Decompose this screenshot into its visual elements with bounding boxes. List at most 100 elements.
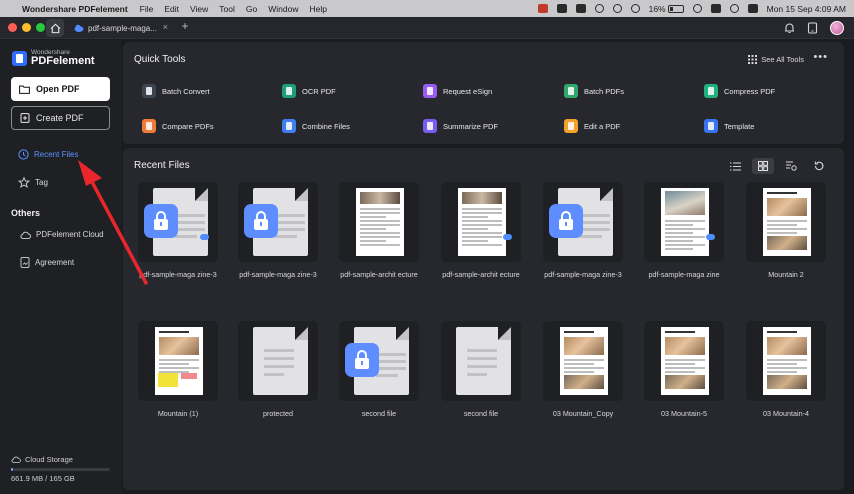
wifi-icon[interactable] bbox=[692, 4, 702, 13]
menu-go[interactable]: Go bbox=[246, 4, 257, 14]
recent-file-item[interactable]: protected bbox=[238, 321, 318, 419]
recent-file-item[interactable]: pdf-sample-maga zine-3 bbox=[138, 182, 218, 280]
file-thumbnail[interactable] bbox=[238, 182, 318, 262]
file-thumbnail[interactable] bbox=[644, 321, 724, 401]
menubar-clock[interactable]: Mon 15 Sep 4:09 AM bbox=[767, 4, 846, 14]
recent-file-item[interactable]: pdf-sample-maga zine bbox=[644, 182, 724, 280]
recent-file-item[interactable]: 03 Mountain-4 bbox=[746, 321, 826, 419]
tool-compress-pdf[interactable]: Compress PDF bbox=[704, 84, 775, 98]
file-thumbnail[interactable] bbox=[441, 182, 521, 262]
file-thumbnail[interactable] bbox=[746, 321, 826, 401]
text-icon[interactable] bbox=[575, 4, 586, 13]
grid-icon bbox=[748, 55, 758, 64]
recent-file-item[interactable]: pdf-sample-archit ecture bbox=[339, 182, 419, 280]
menu-help[interactable]: Help bbox=[309, 4, 326, 14]
sidebar-item-agreement[interactable]: Agreement bbox=[20, 257, 74, 268]
record-icon[interactable] bbox=[537, 4, 548, 13]
close-tab-icon[interactable]: × bbox=[163, 22, 168, 32]
document-tab[interactable]: pdf-sample-maga... × bbox=[70, 19, 170, 37]
file-thumbnail[interactable] bbox=[339, 182, 419, 262]
tool-edit-a-pdf[interactable]: Edit a PDF bbox=[564, 119, 620, 133]
recent-file-item[interactable]: pdf-sample-maga zine-3 bbox=[543, 182, 623, 280]
more-options-icon[interactable]: ••• bbox=[813, 51, 828, 63]
menu-window[interactable]: Window bbox=[268, 4, 298, 14]
file-thumbnail[interactable] bbox=[441, 321, 521, 401]
file-name: pdf-sample-maga zine-3 bbox=[544, 270, 622, 279]
tab-bar: pdf-sample-maga... × + bbox=[0, 17, 854, 39]
spotlight-icon[interactable] bbox=[729, 4, 739, 13]
create-pdf-label: Create PDF bbox=[36, 113, 84, 123]
refresh-button[interactable] bbox=[808, 158, 830, 174]
file-thumbnail[interactable] bbox=[543, 182, 623, 262]
recent-file-item[interactable]: second file bbox=[441, 321, 521, 419]
cloud-storage[interactable]: Cloud Storage bbox=[11, 455, 73, 464]
tool-request-esign[interactable]: Request eSign bbox=[423, 84, 492, 98]
file-thumbnail[interactable] bbox=[138, 321, 218, 401]
compare-pdfs-icon bbox=[142, 119, 156, 133]
screen-icon[interactable] bbox=[556, 4, 567, 13]
tool-label: Request eSign bbox=[443, 86, 493, 96]
sidebar-item-pdfelement-cloud[interactable]: PDFelement Cloud bbox=[20, 230, 104, 239]
tool-combine-files[interactable]: Combine Files bbox=[282, 119, 350, 133]
app-menu[interactable]: Wondershare PDFelement bbox=[22, 4, 128, 14]
see-all-tools-button[interactable]: See All Tools bbox=[748, 55, 804, 64]
tool-batch-pdfs[interactable]: Batch PDFs bbox=[564, 84, 624, 98]
tool-compare-pdfs[interactable]: Compare PDFs bbox=[142, 119, 214, 133]
tool-label: Template bbox=[724, 121, 755, 131]
bluetooth-icon[interactable] bbox=[594, 4, 604, 13]
recent-file-item[interactable]: second file bbox=[339, 321, 419, 419]
sidebar-item-recent-files[interactable]: Recent Files bbox=[18, 149, 78, 160]
info-icon[interactable] bbox=[630, 4, 640, 13]
menu-edit[interactable]: Edit bbox=[164, 4, 179, 14]
tool-batch-convert[interactable]: Batch Convert bbox=[142, 84, 210, 98]
home-button[interactable] bbox=[46, 19, 64, 37]
menu-file[interactable]: File bbox=[140, 4, 154, 14]
grid-view-button[interactable] bbox=[752, 158, 774, 174]
clock-icon[interactable] bbox=[612, 4, 622, 13]
close-window-button[interactable] bbox=[8, 23, 17, 32]
file-name: pdf-sample-maga zine-3 bbox=[139, 270, 217, 279]
zoom-window-button[interactable] bbox=[36, 23, 45, 32]
siri-icon[interactable] bbox=[747, 4, 758, 13]
battery-indicator[interactable]: 16% bbox=[649, 4, 684, 14]
file-name: second file bbox=[463, 409, 499, 418]
file-thumbnail[interactable] bbox=[339, 321, 419, 401]
app-logo: Wondershare PDFelement bbox=[12, 49, 95, 67]
minimize-window-button[interactable] bbox=[22, 23, 31, 32]
tool-template[interactable]: Template bbox=[704, 119, 754, 133]
user-avatar[interactable] bbox=[830, 21, 844, 35]
file-name: 03 Mountain-4 bbox=[763, 409, 809, 418]
file-thumbnail[interactable] bbox=[644, 182, 724, 262]
recent-file-item[interactable]: pdf-sample-archit ecture bbox=[441, 182, 521, 280]
recent-files-label: Recent Files bbox=[34, 150, 79, 159]
storage-progress-fill bbox=[11, 468, 13, 471]
tablet-icon[interactable] bbox=[807, 22, 818, 34]
tool-ocr-pdf[interactable]: OCR PDF bbox=[282, 84, 336, 98]
sidebar: Wondershare PDFelement Open PDF Create P… bbox=[0, 40, 121, 494]
menu-tool[interactable]: Tool bbox=[219, 4, 235, 14]
recent-file-item[interactable]: pdf-sample-maga zine-3 bbox=[238, 182, 318, 280]
bell-icon[interactable] bbox=[784, 22, 795, 34]
file-thumbnail[interactable] bbox=[238, 321, 318, 401]
menu-view[interactable]: View bbox=[190, 4, 208, 14]
tool-summarize-pdf[interactable]: Summarize PDF bbox=[423, 119, 498, 133]
file-thumbnail[interactable] bbox=[746, 182, 826, 262]
open-pdf-button[interactable]: Open PDF bbox=[11, 77, 110, 101]
create-pdf-button[interactable]: Create PDF bbox=[11, 106, 110, 130]
document-tab-title: pdf-sample-maga... bbox=[88, 23, 157, 33]
file-thumbnail[interactable] bbox=[543, 321, 623, 401]
storage-usage: 661.9 MB / 165 GB bbox=[11, 474, 75, 483]
list-view-button[interactable] bbox=[724, 158, 746, 174]
tool-label: Compare PDFs bbox=[162, 121, 214, 131]
tool-label: Batch Convert bbox=[162, 86, 210, 96]
recent-file-item[interactable]: Mountain (1) bbox=[138, 321, 218, 419]
recent-files-title: Recent Files bbox=[134, 160, 190, 171]
recent-file-item[interactable]: Mountain 2 bbox=[746, 182, 826, 280]
new-tab-button[interactable]: + bbox=[178, 19, 192, 33]
control-center-icon[interactable] bbox=[710, 4, 721, 13]
file-thumbnail[interactable] bbox=[138, 182, 218, 262]
manage-files-button[interactable] bbox=[780, 158, 802, 174]
sidebar-item-tag[interactable]: Tag bbox=[18, 177, 48, 188]
recent-file-item[interactable]: 03 Mountain_Copy bbox=[543, 321, 623, 419]
recent-file-item[interactable]: 03 Mountain-5 bbox=[644, 321, 724, 419]
